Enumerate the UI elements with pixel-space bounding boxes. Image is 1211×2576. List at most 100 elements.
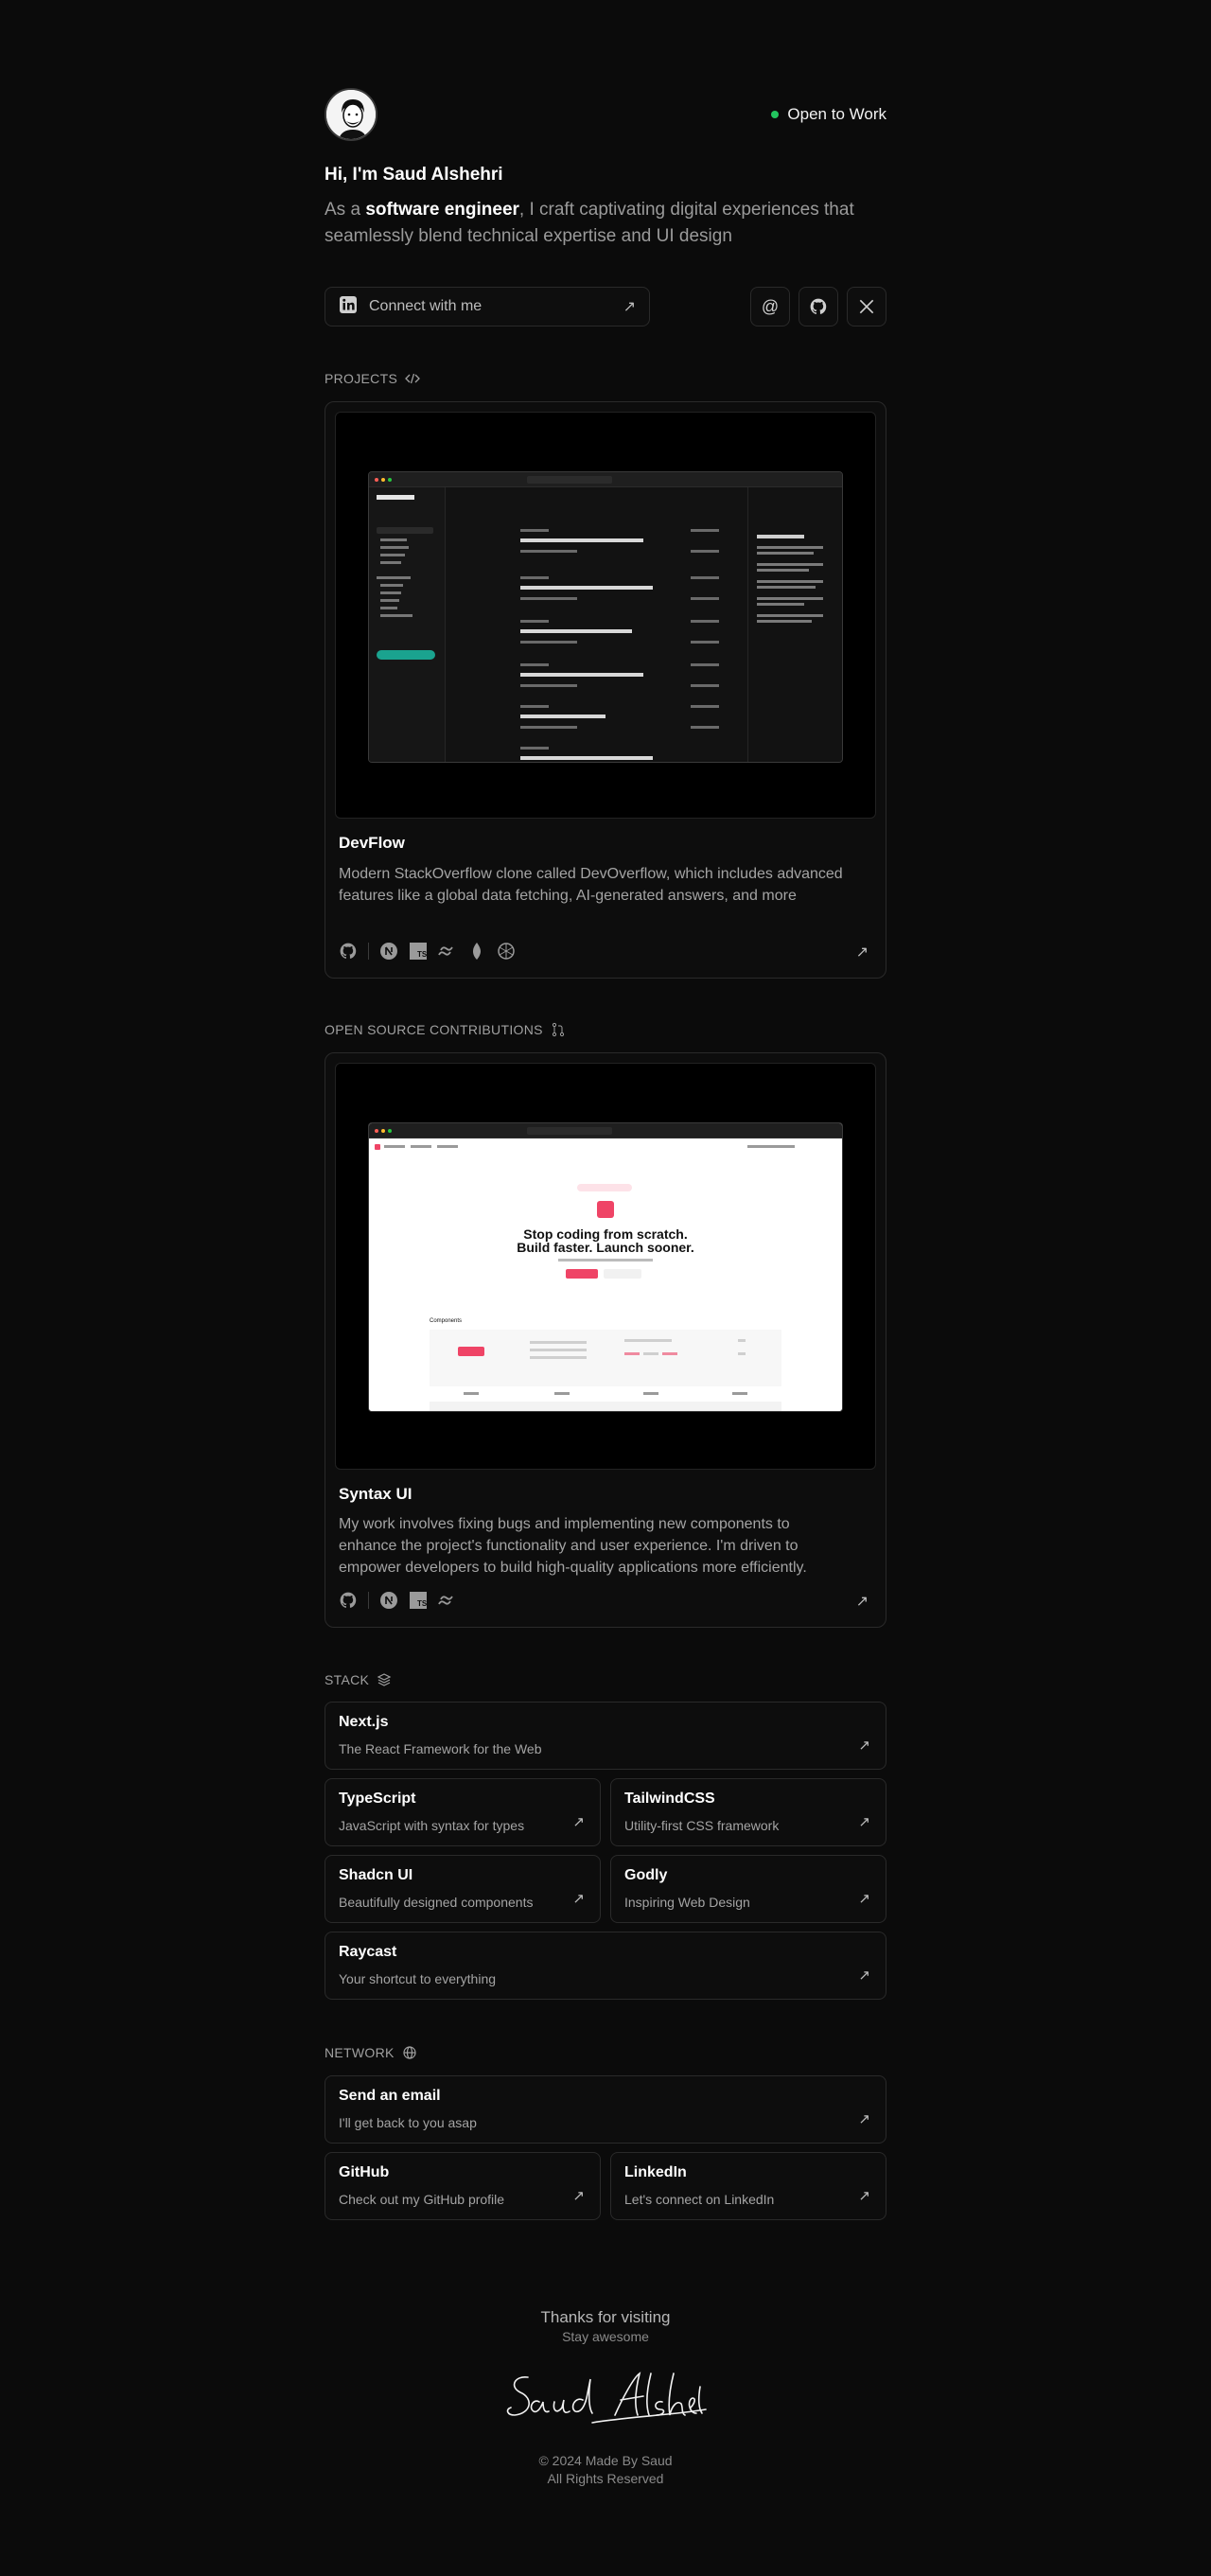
status-label: Open to Work — [787, 105, 886, 123]
typescript-icon: TS — [409, 942, 428, 961]
avatar — [325, 88, 377, 141]
network-item-subtitle: Check out my GitHub profile — [339, 2192, 505, 2207]
project-title: DevFlow — [339, 834, 405, 852]
greeting: Hi, I'm Saud Alshehri — [325, 165, 503, 185]
stack-item-nextjs[interactable]: Next.js The React Framework for the Web … — [325, 1702, 886, 1770]
email-link[interactable]: @ — [750, 287, 790, 326]
stack-item-tailwindcss[interactable]: TailwindCSS Utility-first CSS framework … — [610, 1778, 886, 1846]
network-item-title: GitHub — [339, 2164, 390, 2180]
svg-text:TS: TS — [417, 1599, 428, 1608]
email-icon: @ — [761, 296, 780, 316]
network-item-linkedin[interactable]: LinkedIn Let's connect on LinkedIn ↗ — [610, 2152, 886, 2220]
stack-item-subtitle: The React Framework for the Web — [339, 1741, 542, 1756]
tailwind-icon — [438, 942, 457, 961]
stack-item-title: Next.js — [339, 1714, 389, 1730]
github-icon[interactable] — [339, 1591, 358, 1610]
x-link[interactable] — [847, 287, 886, 326]
stack-item-title: Godly — [624, 1867, 668, 1883]
arrow-up-right-icon: ↗ — [623, 299, 636, 315]
stack-item-title: TailwindCSS — [624, 1791, 715, 1807]
footer-stay: Stay awesome — [562, 2329, 649, 2344]
stack-item-subtitle: Your shortcut to everything — [339, 1971, 497, 1986]
stack-label: STACK — [325, 1672, 370, 1687]
network-item-github[interactable]: GitHub Check out my GitHub profile ↗ — [325, 2152, 601, 2220]
connect-linkedin-button[interactable]: Connect with me ↗ — [325, 287, 650, 326]
linkedin-icon — [339, 295, 358, 319]
stack-item-title: Raycast — [339, 1944, 397, 1960]
signature-image — [506, 2372, 707, 2424]
arrow-up-right-icon: ↗ — [858, 1967, 870, 1984]
bio-prefix: As a — [325, 200, 366, 220]
tech-icons: TS — [339, 1591, 457, 1610]
network-item-subtitle: Let's connect on LinkedIn — [624, 2192, 775, 2207]
availability-status: Open to Work — [771, 105, 886, 124]
footer-copyright: © 2024 Made By Saud — [538, 2453, 673, 2468]
tech-icons: TS — [339, 942, 516, 961]
nextjs-icon — [379, 1591, 398, 1610]
projects-label: PROJECTS — [325, 371, 398, 386]
stack-item-subtitle: JavaScript with syntax for types — [339, 1818, 525, 1833]
typescript-icon: TS — [409, 1591, 428, 1610]
network-item-subtitle: I'll get back to you asap — [339, 2115, 477, 2130]
tailwind-icon — [438, 1591, 457, 1610]
devflow-preview-window — [368, 471, 843, 763]
stack-item-shadcn-ui[interactable]: Shadcn UI Beautifully designed component… — [325, 1855, 601, 1923]
preview-section: Components — [430, 1318, 462, 1324]
network-heading: NETWORK — [325, 2045, 417, 2060]
project-description: Modern StackOverflow clone called DevOve… — [339, 866, 843, 904]
connect-label: Connect with me — [369, 298, 483, 314]
status-dot-icon — [771, 111, 780, 118]
arrow-up-right-icon: ↗ — [858, 1891, 870, 1907]
arrow-up-right-icon[interactable]: ↗ — [856, 943, 869, 962]
globe-icon — [403, 2046, 416, 2059]
bio: As a software engineer, I craft captivat… — [325, 197, 886, 250]
nextjs-icon — [379, 942, 398, 961]
arrow-up-right-icon: ↗ — [572, 1891, 585, 1907]
stack-item-typescript[interactable]: TypeScript JavaScript with syntax for ty… — [325, 1778, 601, 1846]
stack-item-raycast[interactable]: Raycast Your shortcut to everything ↗ — [325, 1932, 886, 2000]
syntax-ui-preview-window: Stop coding from scratch. Build faster. … — [368, 1122, 843, 1412]
projects-heading: PROJECTS — [325, 371, 420, 386]
footer-thanks: Thanks for visiting — [540, 2308, 671, 2326]
git-pull-request-icon — [552, 1022, 564, 1037]
project-card-syntax-ui[interactable]: Stop coding from scratch. Build faster. … — [325, 1052, 886, 1628]
project-screenshot — [335, 412, 876, 819]
project-screenshot: Stop coding from scratch. Build faster. … — [335, 1063, 876, 1470]
stack-item-subtitle: Inspiring Web Design — [624, 1895, 750, 1910]
arrow-up-right-icon[interactable]: ↗ — [856, 1592, 869, 1611]
arrow-up-right-icon: ↗ — [858, 1738, 870, 1754]
footer-rights: All Rights Reserved — [547, 2471, 664, 2486]
layers-icon — [377, 1673, 392, 1686]
github-icon — [810, 298, 827, 314]
svg-text:TS: TS — [417, 950, 428, 959]
stack-item-godly[interactable]: Godly Inspiring Web Design ↗ — [610, 1855, 886, 1923]
stack-item-title: TypeScript — [339, 1791, 416, 1807]
project-card-devflow[interactable]: DevFlow Modern StackOverflow clone calle… — [325, 401, 886, 979]
stack-item-title: Shadcn UI — [339, 1867, 413, 1883]
network-item-email[interactable]: Send an email I'll get back to you asap … — [325, 2075, 886, 2144]
network-label: NETWORK — [325, 2045, 395, 2060]
arrow-up-right-icon: ↗ — [858, 2111, 870, 2127]
project-description: My work involves fixing bugs and impleme… — [339, 1516, 807, 1576]
open-source-heading: OPEN SOURCE CONTRIBUTIONS — [325, 1022, 566, 1037]
network-item-title: LinkedIn — [624, 2164, 687, 2180]
preview-headline-2: Build faster. Launch sooner. — [517, 1240, 693, 1255]
stack-item-subtitle: Beautifully designed components — [339, 1895, 534, 1910]
arrow-up-right-icon: ↗ — [572, 1814, 585, 1830]
code-icon — [405, 373, 420, 384]
mongodb-icon — [467, 942, 486, 961]
portfolio-page: Open to Work Hi, I'm Saud Alshehri As a … — [0, 0, 1211, 2576]
x-icon — [859, 299, 874, 314]
github-link[interactable] — [799, 287, 838, 326]
arrow-up-right-icon: ↗ — [858, 1814, 870, 1830]
network-item-title: Send an email — [339, 2088, 441, 2104]
arrow-up-right-icon: ↗ — [572, 2188, 585, 2204]
openai-icon — [497, 942, 516, 961]
stack-item-subtitle: Utility-first CSS framework — [624, 1818, 780, 1833]
open-source-label: OPEN SOURCE CONTRIBUTIONS — [325, 1022, 543, 1037]
stack-heading: STACK — [325, 1672, 392, 1687]
project-title: Syntax UI — [339, 1485, 412, 1503]
arrow-up-right-icon: ↗ — [858, 2188, 870, 2204]
bio-role: software engineer — [365, 200, 519, 220]
github-icon[interactable] — [339, 942, 358, 961]
